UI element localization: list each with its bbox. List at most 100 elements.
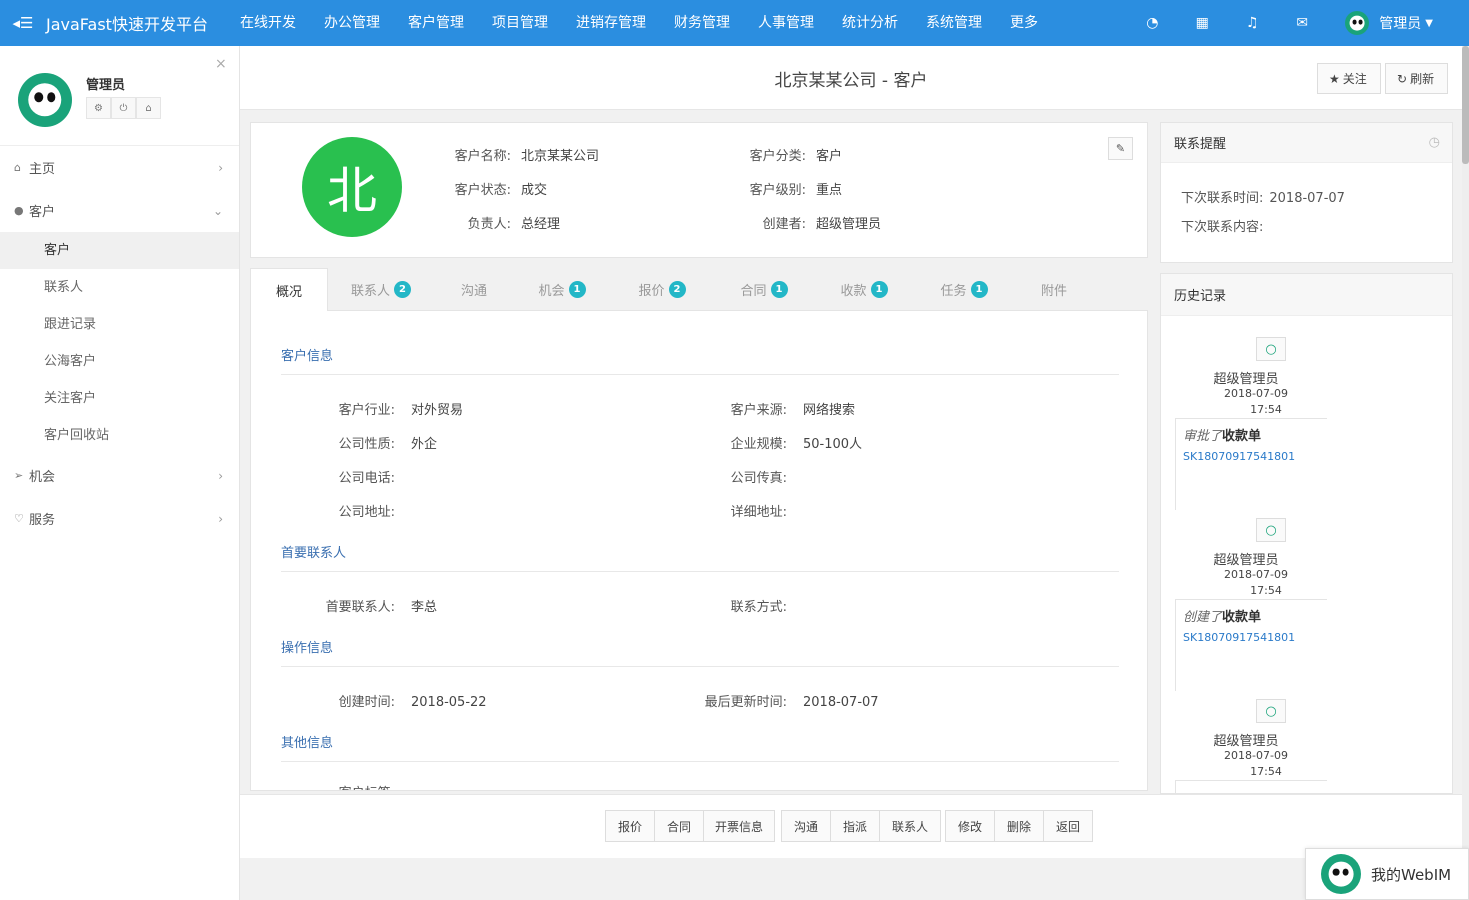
field-owner: 负责人: 总经理 [467, 217, 561, 232]
refresh-button[interactable]: ↻ 刷新 [1385, 63, 1448, 94]
envelope-icon[interactable]: ✉ [1277, 0, 1327, 46]
count-badge: 2 [668, 280, 686, 298]
delete-button[interactable]: 删除 [994, 810, 1044, 842]
nav-inventory[interactable]: 进销存管理 [562, 0, 660, 46]
tab-task[interactable]: 任务 1 [914, 268, 1014, 310]
section-title: 客户信息 [281, 345, 1119, 375]
tab-quote[interactable]: 报价 2 [610, 268, 714, 310]
field-industry: 客户行业: 对外贸易 [338, 403, 464, 418]
profile-name: 管理员 [86, 78, 126, 93]
follow-button[interactable]: ★ 关注 [1317, 63, 1381, 94]
next-contact-time: 下次联系时间: 2018-07-07 [1181, 191, 1345, 206]
close-icon[interactable]: × [215, 56, 227, 72]
settings-gear-icon[interactable]: ⚙ [86, 97, 111, 119]
scrollbar[interactable] [1462, 46, 1469, 900]
field-company-size: 企业规模: 50-100人 [730, 437, 863, 452]
history-link[interactable]: SK18070917541801 [1183, 450, 1327, 463]
calendar-icon[interactable]: ▦ [1177, 0, 1227, 46]
history-user: 超级管理员 [1213, 553, 1279, 568]
nav-finance[interactable]: 财务管理 [660, 0, 744, 46]
tab-overview[interactable]: 概况 [250, 268, 328, 311]
field-updated-time: 最后更新时间: 2018-07-07 [704, 695, 879, 710]
customer-avatar: 北 [302, 137, 402, 237]
assign-button[interactable]: 指派 [830, 810, 880, 842]
nav-office[interactable]: 办公管理 [310, 0, 394, 46]
nav-customer[interactable]: 客户管理 [394, 0, 478, 46]
field-company-type: 公司性质: 外企 [338, 437, 438, 452]
top-right-tools: ◔ ▦ ♫ ✉ 管理员 ▼ [1127, 0, 1469, 46]
brand-title[interactable]: JavaFast快速开发平台 [46, 11, 208, 35]
field-customer-level: 客户级别: 重点 [749, 183, 843, 198]
webim-label: 我的WebIM [1371, 865, 1452, 884]
history-date: 2018-07-09 [1224, 568, 1288, 581]
field-company-address: 公司地址: [338, 505, 395, 520]
nav-online-dev[interactable]: 在线开发 [226, 0, 310, 46]
communicate-button[interactable]: 沟通 [781, 810, 831, 842]
back-button[interactable]: 返回 [1043, 810, 1093, 842]
nav-more[interactable]: 更多 [996, 0, 1052, 46]
history-date: 2018-07-09 [1224, 387, 1288, 400]
reminder-header: 联系提醒 ◷ [1161, 123, 1452, 163]
field-primary-contact: 首要联系人: 李总 [325, 600, 438, 615]
sidebar-sub-contacts[interactable]: 联系人 [0, 269, 239, 306]
page-title: 北京某某公司 - 客户 [774, 71, 928, 91]
scrollbar-thumb[interactable] [1462, 46, 1469, 164]
menu-toggle-icon[interactable]: ◂☰ [0, 0, 46, 46]
star-icon: ★ [1329, 71, 1340, 86]
user-name: 管理员 [1379, 16, 1422, 32]
user-menu[interactable]: 管理员 ▼ [1327, 11, 1469, 35]
sidebar-sub-followed[interactable]: 关注客户 [0, 380, 239, 417]
sidebar-sub-followup[interactable]: 跟进记录 [0, 306, 239, 343]
field-customer-tags: 客户标签: [291, 782, 411, 790]
sidebar-item-customer[interactable]: ● 客户 ⌄ [0, 189, 239, 232]
home-icon[interactable]: ⌂ [136, 97, 161, 119]
sidebar-item-service[interactable]: ♡ 服务 › [0, 497, 239, 540]
nav-stats[interactable]: 统计分析 [828, 0, 912, 46]
count-badge: 1 [770, 280, 788, 298]
edit-icon[interactable]: ✎ [1108, 137, 1133, 160]
nav-project[interactable]: 项目管理 [478, 0, 562, 46]
sidebar-sub-public-pool[interactable]: 公海客户 [0, 343, 239, 380]
sidebar-item-home[interactable]: ⌂ 主页 › [0, 146, 239, 189]
nav-system[interactable]: 系统管理 [912, 0, 996, 46]
avatar [1345, 11, 1370, 35]
tab-payment[interactable]: 收款 1 [814, 268, 914, 310]
quote-button[interactable]: 报价 [605, 810, 655, 842]
sidebar-sub-recycle[interactable]: 客户回收站 [0, 417, 239, 454]
power-icon[interactable]: ⏻ [111, 97, 136, 119]
count-badge: 1 [970, 280, 988, 298]
tab-contacts[interactable]: 联系人 2 [328, 268, 434, 310]
user-icon: ● [14, 204, 24, 217]
customer-summary-card: 北 客户名称: 北京某某公司 客户分类: 客户 客户状态: 成交 客户级别: 重点 负责… [250, 122, 1148, 258]
count-badge: 1 [870, 280, 888, 298]
edit-button[interactable]: 修改 [945, 810, 995, 842]
history-entry: 审批了收款单 SK18070917541801 [1175, 418, 1327, 510]
field-detail-address: 详细地址: [730, 505, 787, 520]
field-creator: 创建者: 超级管理员 [762, 217, 882, 232]
sidebar-sub-customer[interactable]: 客户 [0, 232, 239, 269]
action-bar: 报价 合同 开票信息 沟通 指派 联系人 修改 删除 返回 [240, 794, 1462, 858]
contract-button[interactable]: 合同 [654, 810, 704, 842]
contacts-button[interactable]: 联系人 [879, 810, 941, 842]
bell-icon[interactable]: ♫ [1227, 0, 1277, 46]
detail-tabs: 概况 联系人 2 沟通 机会 1 报价 2 合同 1 收款 1 任务 1 附件 [250, 268, 1148, 311]
webim-widget[interactable]: 我的WebIM [1305, 848, 1469, 900]
tab-communication[interactable]: 沟通 [434, 268, 514, 310]
history-user: 超级管理员 [1213, 734, 1279, 749]
count-badge: 1 [568, 280, 586, 298]
tab-opportunity[interactable]: 机会 1 [514, 268, 610, 310]
sidebar-item-label: 客户 [29, 205, 56, 220]
caret-down-icon: ▼ [1425, 17, 1433, 29]
sidebar-item-opportunity[interactable]: ➢ 机会 › [0, 454, 239, 497]
field-source: 客户来源: 网络搜索 [730, 403, 856, 418]
section-title: 其他信息 [281, 732, 1119, 762]
history-link[interactable]: SK18070917541801 [1183, 631, 1327, 644]
invoice-info-button[interactable]: 开票信息 [703, 810, 775, 842]
dashboard-icon[interactable]: ◔ [1127, 0, 1177, 46]
tab-contract[interactable]: 合同 1 [714, 268, 814, 310]
history-time: 17:54 [1250, 765, 1282, 778]
nav-hr[interactable]: 人事管理 [744, 0, 828, 46]
clock-icon: ◷ [1428, 135, 1440, 150]
field-created-time: 创建时间: 2018-05-22 [338, 695, 487, 710]
tab-attachment[interactable]: 附件 [1014, 268, 1094, 310]
